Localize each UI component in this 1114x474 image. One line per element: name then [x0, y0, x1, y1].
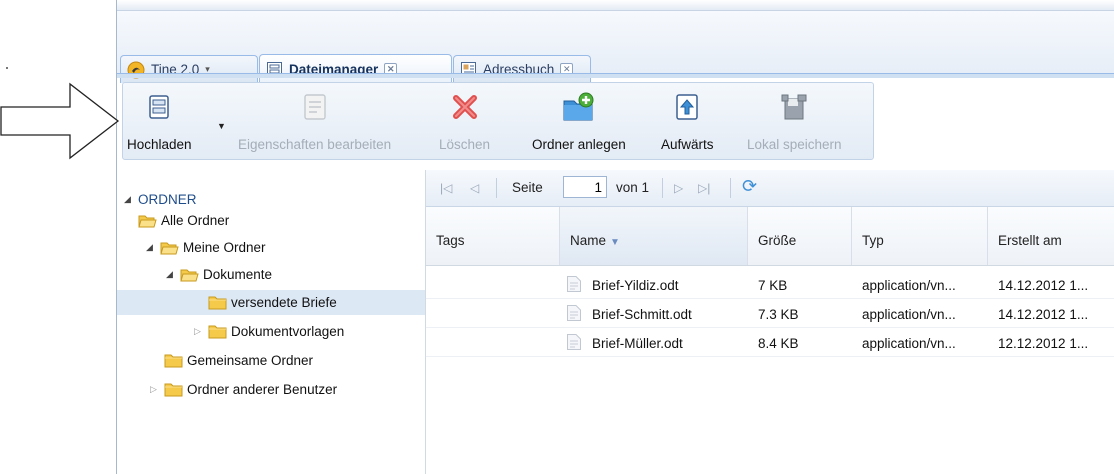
tab-adressbuch[interactable]: Adressbuch ✕ — [453, 55, 591, 83]
column-header-label: Größe — [758, 233, 797, 248]
column-header-label: Erstellt am — [998, 233, 1062, 248]
pointer-arrow-icon — [0, 82, 120, 160]
document-icon — [566, 333, 582, 354]
column-header-name[interactable]: Name ▼ — [560, 207, 748, 265]
column-header-label: Tags — [436, 233, 465, 248]
tree-item-label: Alle Ordner — [161, 212, 230, 228]
tree-item-other-users[interactable]: ▷ Ordner anderer Benutzer — [150, 378, 337, 400]
cell-size: 7 KB — [758, 278, 788, 293]
tree-item-label: Dokumente — [203, 266, 273, 282]
table-row[interactable]: Brief-Schmitt.odt 7.3 KB application/vn.… — [426, 299, 1114, 328]
pager-separator — [496, 178, 497, 198]
tab-tine[interactable]: Tine 2.0 ▾ — [120, 55, 258, 83]
folder-icon — [208, 324, 227, 339]
arrow-up-icon — [674, 89, 700, 125]
tree-item-label: Gemeinsame Ordner — [187, 352, 314, 368]
expand-triangle-icon[interactable]: ◢ — [166, 269, 178, 280]
delete-x-icon — [451, 89, 479, 125]
tree-item-label: Ordner anderer Benutzer — [187, 381, 338, 397]
delete-label: Löschen — [439, 137, 491, 152]
tree-item-all-folders[interactable]: Alle Ordner — [138, 209, 229, 231]
upload-file-icon — [147, 89, 171, 125]
up-label: Aufwärts — [661, 137, 714, 152]
table-row[interactable]: Brief-Yildiz.odt 7 KB application/vn... … — [426, 270, 1114, 299]
document-icon — [566, 275, 582, 296]
tree-root-label: ORDNER — [138, 191, 197, 207]
stray-mark — [6, 67, 8, 69]
new-folder-label: Ordner anlegen — [532, 137, 626, 152]
cell-created: 12.12.2012 1... — [998, 336, 1089, 351]
last-page-icon[interactable]: ▷| — [698, 181, 710, 195]
file-grid: Brief-Yildiz.odt 7 KB application/vn... … — [426, 266, 1114, 474]
grid-header: Tags Name ▼ Größe Typ Erstellt am — [426, 207, 1114, 266]
collapsed-triangle-icon[interactable]: ▷ — [194, 326, 206, 337]
tree-item-documents[interactable]: ◢ Dokumente — [166, 263, 272, 285]
folder-icon — [164, 353, 183, 368]
column-header-created[interactable]: Erstellt am — [988, 207, 1114, 265]
delete-button[interactable]: Löschen — [439, 89, 490, 152]
folder-open-icon — [180, 267, 199, 282]
table-row[interactable]: Brief-Müller.odt 8.4 KB application/vn..… — [426, 328, 1114, 357]
tab-strip: Tine 2.0 ▾ Dateimanager ✕ Adressbuch ✕ — [117, 11, 1114, 84]
cell-size: 8.4 KB — [758, 336, 799, 351]
tab-strip-underline — [117, 73, 1114, 78]
tree-item-shared[interactable]: Gemeinsame Ordner — [164, 349, 313, 371]
tree-item-label: Meine Ordner — [183, 239, 266, 255]
expand-triangle-icon[interactable]: ◢ — [124, 194, 136, 205]
folder-open-icon — [160, 240, 179, 255]
folder-icon — [208, 295, 227, 310]
folder-icon — [164, 382, 183, 397]
tree-item-label: versendete Briefe — [231, 294, 337, 310]
prev-page-icon[interactable]: ◁ — [470, 181, 479, 195]
column-header-label: Name — [570, 233, 607, 248]
tree-item-my-folders[interactable]: ◢ Meine Ordner — [146, 236, 266, 258]
document-icon — [566, 304, 582, 325]
new-folder-button[interactable]: Ordner anlegen — [532, 89, 626, 152]
upload-dropdown-arrow-icon[interactable]: ▼ — [217, 121, 226, 131]
refresh-icon[interactable]: ⟳ — [742, 176, 757, 197]
cell-type: application/vn... — [862, 336, 956, 351]
edit-properties-button[interactable]: Eigenschaften bearbeiten — [238, 89, 391, 152]
cell-type: application/vn... — [862, 278, 956, 293]
toolbar: Hochladen ▼ Eigenschaften bearbeiten Lös… — [122, 82, 874, 160]
save-local-button[interactable]: Lokal speichern — [747, 89, 842, 152]
tree-item-templates[interactable]: ▷ Dokumentvorlagen — [194, 320, 344, 342]
next-page-icon[interactable]: ▷ — [674, 181, 683, 195]
cell-type: application/vn... — [862, 307, 956, 322]
page-number-input[interactable] — [563, 176, 607, 198]
cell-size: 7.3 KB — [758, 307, 799, 322]
upload-label: Hochladen — [127, 137, 192, 152]
column-header-type[interactable]: Typ — [852, 207, 988, 265]
cell-created: 14.12.2012 1... — [998, 278, 1089, 293]
tab-dateimanager[interactable]: Dateimanager ✕ — [259, 54, 452, 84]
properties-icon — [302, 89, 328, 125]
up-button[interactable]: Aufwärts — [661, 89, 714, 152]
save-disk-icon — [780, 89, 808, 125]
tree-item-sent-letters[interactable]: versendete Briefe — [208, 291, 337, 313]
cell-name: Brief-Schmitt.odt — [592, 307, 692, 322]
column-header-label: Typ — [862, 233, 884, 248]
cell-name: Brief-Yildiz.odt — [592, 278, 679, 293]
cell-name: Brief-Müller.odt — [592, 336, 683, 351]
sort-descending-icon: ▼ — [610, 237, 620, 248]
collapsed-triangle-icon[interactable]: ▷ — [150, 384, 162, 395]
page-label: Seite — [512, 180, 543, 195]
page-count-label: von 1 — [616, 180, 650, 195]
tree-item-label: Dokumentvorlagen — [231, 323, 345, 339]
window-top-bar — [117, 0, 1114, 11]
tree-root[interactable]: ◢ ORDNER — [124, 188, 197, 210]
new-folder-icon — [562, 89, 596, 125]
cell-created: 14.12.2012 1... — [998, 307, 1089, 322]
column-header-tags[interactable]: Tags — [426, 207, 560, 265]
column-header-size[interactable]: Größe — [748, 207, 852, 265]
folder-open-icon — [138, 213, 157, 228]
upload-button[interactable]: Hochladen — [127, 89, 192, 152]
first-page-icon[interactable]: |◁ — [440, 181, 452, 195]
pagination-bar: |◁ ◁ Seite von 1 ▷ ▷| ⟳ — [426, 170, 1114, 207]
save-local-label: Lokal speichern — [747, 137, 842, 152]
expand-triangle-icon[interactable]: ◢ — [146, 242, 158, 253]
pager-separator — [730, 178, 731, 198]
edit-properties-label: Eigenschaften bearbeiten — [238, 137, 392, 152]
pager-separator — [662, 178, 663, 198]
